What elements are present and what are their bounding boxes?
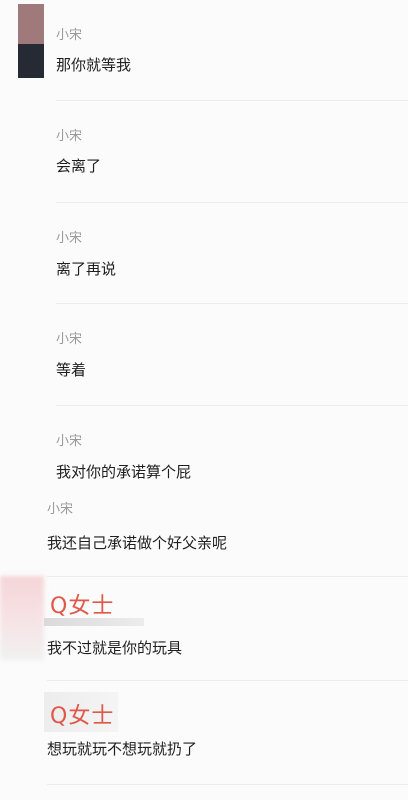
redaction-bar <box>44 618 144 626</box>
message-text[interactable]: 我还自己承诺做个好父亲呢 <box>47 532 227 553</box>
divider <box>56 202 408 203</box>
message-sender: 小宋 <box>56 434 83 449</box>
avatar[interactable] <box>0 576 44 660</box>
message-sender: 小宋 <box>56 28 83 43</box>
message-text[interactable]: 想玩就玩不想玩就扔了 <box>47 738 197 759</box>
divider <box>47 784 408 785</box>
message-text[interactable]: 会离了 <box>56 155 101 176</box>
avatar[interactable] <box>18 4 44 78</box>
divider <box>56 405 408 406</box>
divider <box>56 303 408 304</box>
message-text[interactable]: 我对你的承诺算个屁 <box>56 461 191 482</box>
message-text[interactable]: 我不过就是你的玩具 <box>47 637 182 658</box>
message-sender: 小宋 <box>47 502 74 517</box>
divider <box>56 100 408 101</box>
avatar-bottom-block <box>18 44 44 78</box>
avatar-top-block <box>18 4 44 44</box>
chat-screen: 小宋 那你就等我 小宋 会离了 小宋 离了再说 小宋 等着 小宋 我对你的承诺算… <box>0 0 408 800</box>
message-sender: 小宋 <box>56 129 83 144</box>
message-text[interactable]: 离了再说 <box>56 258 116 279</box>
message-sender: Q女士 <box>50 704 115 729</box>
message-sender: 小宋 <box>56 332 83 347</box>
divider <box>47 576 408 577</box>
message-text[interactable]: 那你就等我 <box>56 54 131 75</box>
message-sender: 小宋 <box>56 231 83 246</box>
message-text[interactable]: 等着 <box>56 359 86 380</box>
message-sender: Q女士 <box>50 594 115 619</box>
divider <box>47 680 408 681</box>
